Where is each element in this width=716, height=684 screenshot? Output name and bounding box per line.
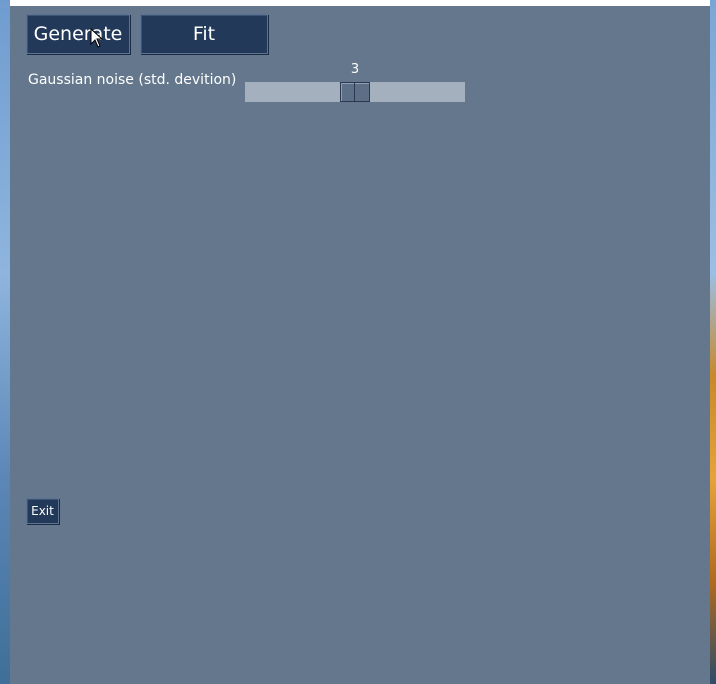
noise-slider-track[interactable] [245, 82, 465, 102]
window-title-strip [10, 0, 710, 6]
generate-button[interactable]: Generate [26, 14, 130, 54]
generate-button-label: Generate [33, 23, 123, 45]
exit-button-label: Exit [31, 504, 54, 518]
fit-button-label: Fit [192, 23, 216, 45]
noise-slider-label: Gaussian noise (std. devition) [28, 72, 237, 88]
noise-slider-thumb[interactable] [340, 82, 370, 102]
app-window: Generate Fit Gaussian noise (std. deviti… [10, 0, 710, 684]
fit-button[interactable]: Fit [140, 14, 268, 54]
exit-button[interactable]: Exit [26, 498, 59, 524]
desktop-wallpaper [710, 0, 716, 684]
noise-slider-value: 3 [350, 62, 360, 77]
